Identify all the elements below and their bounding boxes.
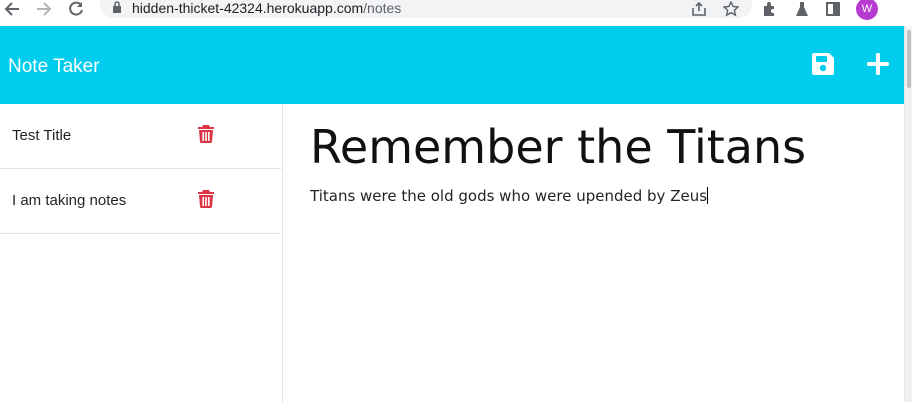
lock-icon[interactable] <box>112 0 122 13</box>
note-text-area[interactable]: Titans were the old gods who were upende… <box>310 186 890 386</box>
browser-toolbar: hidden-thicket-42324.herokuapp.com/notes… <box>0 0 912 26</box>
scrollbar-thumb[interactable] <box>907 30 911 88</box>
note-body-text: Titans were the old gods who were upende… <box>310 187 708 205</box>
side-panel-icon[interactable] <box>823 0 843 18</box>
page-scrollbar[interactable] <box>904 26 912 402</box>
url-text[interactable]: hidden-thicket-42324.herokuapp.com/notes <box>132 0 401 16</box>
note-title[interactable]: I am taking notes <box>12 192 126 210</box>
delete-icon[interactable] <box>198 190 216 210</box>
list-item[interactable]: I am taking notes <box>0 169 281 234</box>
list-item[interactable]: Test Title <box>0 104 281 169</box>
brand-link[interactable]: Note Taker <box>8 55 100 79</box>
delete-icon[interactable] <box>198 125 216 145</box>
save-icon[interactable] <box>811 52 837 78</box>
text-caret <box>707 187 709 204</box>
labs-icon[interactable] <box>792 0 812 18</box>
back-icon[interactable] <box>2 0 22 18</box>
share-icon[interactable] <box>689 0 709 18</box>
extensions-icon[interactable] <box>760 0 780 18</box>
note-title-input[interactable]: Remember the Titans <box>310 120 890 174</box>
notes-list: Test Title I am taking notes <box>0 104 283 402</box>
profile-avatar[interactable]: W <box>856 0 878 20</box>
bookmark-star-icon[interactable] <box>721 0 741 18</box>
address-bar[interactable]: hidden-thicket-42324.herokuapp.com/notes <box>100 0 752 18</box>
app-navbar: Note Taker <box>0 26 904 104</box>
reload-icon[interactable] <box>66 0 86 18</box>
note-title[interactable]: Test Title <box>12 127 71 145</box>
add-icon[interactable] <box>866 52 892 78</box>
forward-icon[interactable] <box>34 0 54 18</box>
